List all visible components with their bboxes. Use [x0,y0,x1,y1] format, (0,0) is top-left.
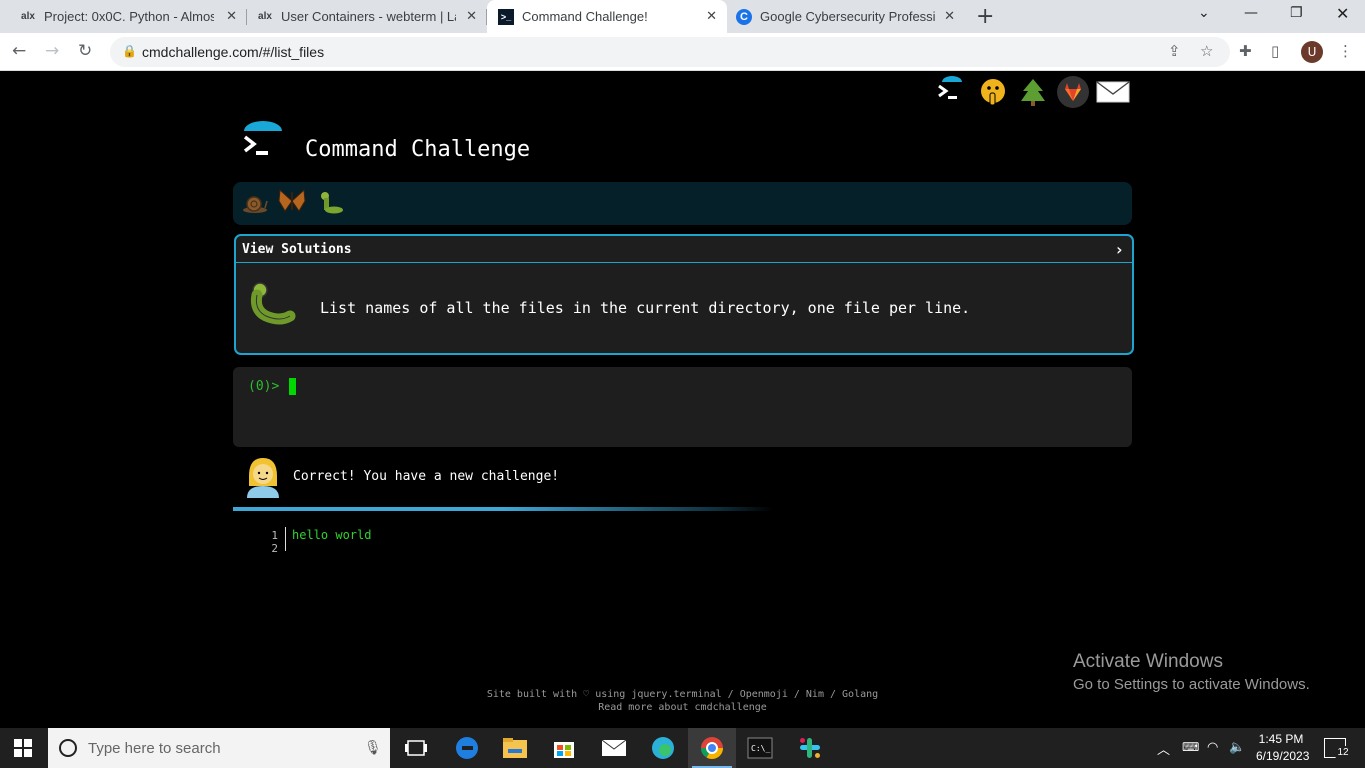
tab-search-icon[interactable]: ⌄ [1198,5,1210,21]
slack-icon[interactable] [796,734,824,762]
toolbar: ← → ↻ 🔒 cmdchallenge.com/#/list_files ⇪ … [0,33,1365,71]
new-tab-button[interactable]: + [976,4,994,29]
status-message: Correct! You have a new challenge! [293,469,560,484]
side-panel-icon[interactable]: ▯ [1271,42,1279,60]
close-window-button[interactable]: ✕ [1336,4,1349,23]
input-method-icon[interactable]: ⌨ [1182,740,1199,754]
terminal-app-icon[interactable]: C:\_ [746,734,774,762]
line-number: 1 [271,529,278,542]
notification-count: 12 [1334,746,1352,760]
microphone-icon[interactable]: 🎙 [364,739,382,756]
clock-time: 1:45 PM [1258,732,1304,746]
line-number: 2 [271,542,278,555]
search-icon [59,739,77,757]
url-text[interactable]: cmdchallenge.com/#/list_files [142,44,324,60]
tab-title: User Containers - webterm | Lago [281,9,456,24]
windows-start-icon[interactable] [14,739,32,757]
footer: Site built with ♡ using jquery.terminal … [0,688,1365,714]
close-icon[interactable]: ✕ [466,8,477,24]
terminal-cursor [289,378,296,395]
reload-button[interactable]: ↻ [78,41,92,61]
microsoft-store-icon[interactable] [550,734,578,762]
page-title: Command Challenge [305,137,531,162]
coursera-icon: C [736,8,752,25]
taskbar-search[interactable]: Type here to search 🎙 [48,728,390,768]
tab-google-cybersecurity[interactable]: C Google Cybersecurity Professiona ✕ [727,0,965,33]
page-content: Command Challenge View Solutions › List … [0,71,1365,728]
file-explorer-icon[interactable] [501,734,529,762]
alx-favicon-icon: alx [21,11,35,22]
volume-icon[interactable]: 🔈 [1229,739,1245,755]
terminal-input[interactable]: (0)> [233,367,1132,447]
shushing-face-icon[interactable] [976,75,1010,109]
challenge-description: List names of all the files in the curre… [320,299,971,317]
restore-button[interactable]: ❐ [1290,5,1303,21]
output-line: hello world [292,528,372,542]
clock[interactable]: 1:45 PM 6/19/2023 [1256,731,1310,765]
tab-command-challenge[interactable]: >_ Command Challenge! ✕ [487,0,727,33]
logo-icon [240,121,286,167]
watermark-title: Activate Windows [1073,651,1223,672]
close-icon[interactable]: ✕ [226,8,237,24]
chevron-right-icon[interactable]: › [1114,240,1124,259]
back-button[interactable]: ← [12,41,26,61]
terminal-icon: >_ [498,8,514,25]
envelope-icon[interactable] [1096,75,1130,109]
menu-icon[interactable]: ⋮ [1338,42,1353,60]
wifi-icon[interactable]: ◠ [1207,739,1218,755]
footer-credits[interactable]: Site built with ♡ using jquery.terminal … [0,688,1365,701]
tab-strip: alx Project: 0x0C. Python - Almost a c ✕… [0,0,1365,33]
profile-avatar[interactable]: U [1301,41,1323,63]
tab-title: Project: 0x0C. Python - Almost a c [44,9,214,24]
address-bar[interactable]: 🔒 cmdchallenge.com/#/list_files [110,37,1230,67]
challenge-panel: View Solutions › List names of all the f… [234,234,1134,355]
chrome-icon[interactable] [688,728,736,768]
caterpillar-icon [248,280,296,330]
terminal-icon[interactable] [934,75,968,109]
gitlab-icon[interactable] [1056,75,1090,109]
terminal-prompt: (0)> [248,379,280,394]
forward-button[interactable]: → [45,41,59,61]
woman-avatar-icon [245,456,281,502]
tab-project[interactable]: alx Project: 0x0C. Python - Almost a c ✕ [0,0,247,33]
taskbar: Type here to search 🎙 C:\_ ︿ ⌨ ◠ 🔈 1:45 … [0,728,1365,768]
tab-title: Command Challenge! [522,9,648,24]
edge-legacy-icon[interactable] [453,734,481,762]
snail-icon [241,192,269,220]
svg-text:C:\_: C:\_ [751,744,770,753]
clock-date: 6/19/2023 [1256,749,1310,763]
activate-windows-watermark: Activate Windows Go to Settings to activ… [1073,651,1310,693]
alx-favicon-icon: alx [258,11,272,22]
minimize-button[interactable]: — [1244,5,1258,21]
mail-icon[interactable] [600,734,628,762]
close-icon[interactable]: ✕ [706,8,717,24]
footer-read-more-link[interactable]: Read more about cmdchallenge [0,701,1365,714]
gutter-divider [285,527,286,551]
tab-user-containers[interactable]: alx User Containers - webterm | Lago ✕ [247,0,487,33]
view-solutions-header[interactable]: View Solutions › [236,236,1132,263]
share-icon[interactable]: ⇪ [1168,42,1181,60]
close-icon[interactable]: ✕ [944,8,955,24]
badge-bar [233,182,1132,225]
tab-title: Google Cybersecurity Professiona [760,9,935,24]
lock-icon[interactable]: 🔒 [122,44,137,58]
butterfly-icon [277,187,307,219]
bookmark-star-icon[interactable]: ☆ [1200,42,1213,60]
view-solutions-label[interactable]: View Solutions [242,242,352,257]
progress-bar [233,507,773,511]
edge-icon[interactable] [649,734,677,762]
search-placeholder: Type here to search [88,740,221,757]
chevron-up-icon[interactable]: ︿ [1157,739,1170,758]
caterpillar-icon [319,190,345,220]
tree-icon[interactable] [1016,75,1050,109]
extensions-icon[interactable]: ✚ [1239,42,1252,60]
task-view-icon[interactable] [402,734,430,762]
